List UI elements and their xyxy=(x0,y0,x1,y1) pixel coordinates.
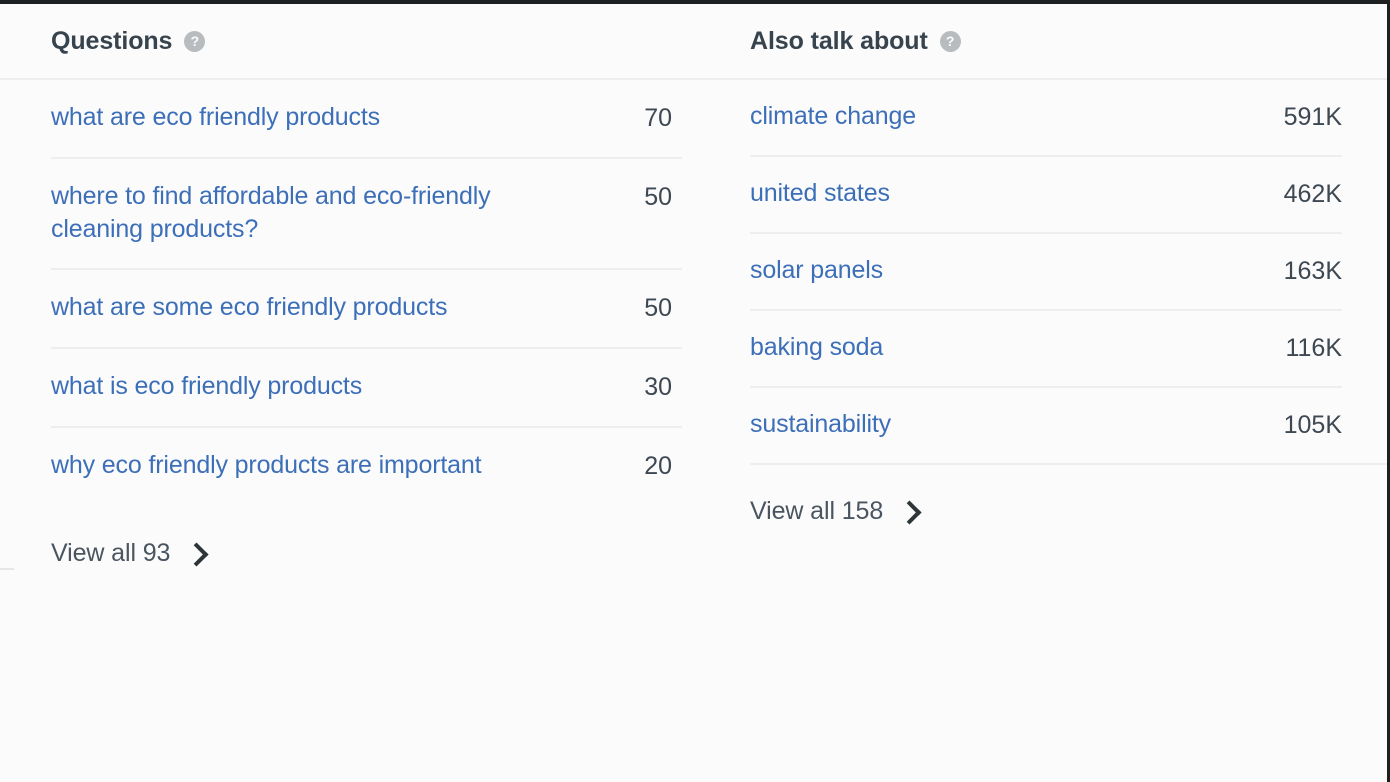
question-volume: 70 xyxy=(644,104,672,132)
question-label: why eco friendly products are important xyxy=(51,451,482,479)
term-label: baking soda xyxy=(750,333,884,361)
questions-panel-header: Questions ? xyxy=(0,4,696,80)
panels-container: Questions ? what are eco friendly produc… xyxy=(0,4,1387,782)
list-item[interactable]: solar panels 163K xyxy=(750,234,1342,311)
also-talk-about-panel: Also talk about ? climate change 591K un… xyxy=(696,4,1387,526)
list-item[interactable]: baking soda 116K xyxy=(750,311,1342,388)
question-label: what are some eco friendly products xyxy=(51,293,448,321)
questions-list: what are eco friendly products 70 where … xyxy=(0,80,696,505)
keyword-ideas-screen: Questions ? what are eco friendly produc… xyxy=(0,0,1390,782)
question-label: where to find affordable and eco-friendl… xyxy=(51,182,491,243)
question-volume: 20 xyxy=(644,452,672,480)
list-item[interactable]: sustainability 105K xyxy=(750,388,1342,463)
term-label: solar panels xyxy=(750,256,884,284)
term-volume: 462K xyxy=(1283,180,1342,208)
also-talk-about-list: climate change 591K united states 462K s… xyxy=(696,80,1387,463)
list-item[interactable]: what are eco friendly products 70 xyxy=(51,80,682,159)
list-item[interactable]: climate change 591K xyxy=(750,80,1342,157)
question-label: what is eco friendly products xyxy=(51,372,363,400)
view-all-questions-label: View all 93 xyxy=(51,539,171,567)
list-item[interactable]: where to find affordable and eco-friendl… xyxy=(51,159,682,270)
term-volume: 105K xyxy=(1283,411,1342,439)
list-item[interactable]: what is eco friendly products 30 xyxy=(51,349,682,428)
question-mark-circle-icon[interactable]: ? xyxy=(939,30,961,52)
question-label: what are eco friendly products xyxy=(51,103,381,131)
term-volume: 591K xyxy=(1283,103,1342,131)
also-talk-about-panel-header: Also talk about ? xyxy=(696,4,1387,80)
list-item[interactable]: united states 462K xyxy=(750,157,1342,234)
view-all-terms-label: View all 158 xyxy=(750,497,884,525)
list-item[interactable]: what are some eco friendly products 50 xyxy=(51,270,682,349)
questions-panel-title: Questions xyxy=(51,26,173,55)
view-all-questions-button[interactable]: View all 93 xyxy=(0,507,696,568)
question-volume: 50 xyxy=(644,294,672,322)
question-mark-circle-icon[interactable]: ? xyxy=(184,30,206,52)
list-item[interactable]: why eco friendly products are important … xyxy=(51,428,682,505)
view-all-terms-button[interactable]: View all 158 xyxy=(696,465,1387,526)
term-volume: 163K xyxy=(1283,257,1342,285)
also-talk-about-panel-title: Also talk about xyxy=(750,26,928,55)
term-label: united states xyxy=(750,179,890,207)
chevron-right-icon xyxy=(184,542,209,567)
questions-panel: Questions ? what are eco friendly produc… xyxy=(0,4,696,568)
term-label: climate change xyxy=(750,102,917,130)
question-volume: 50 xyxy=(644,183,672,211)
chevron-right-icon xyxy=(897,500,922,525)
term-volume: 116K xyxy=(1285,334,1342,362)
term-label: sustainability xyxy=(750,410,892,438)
question-volume: 30 xyxy=(644,373,672,401)
